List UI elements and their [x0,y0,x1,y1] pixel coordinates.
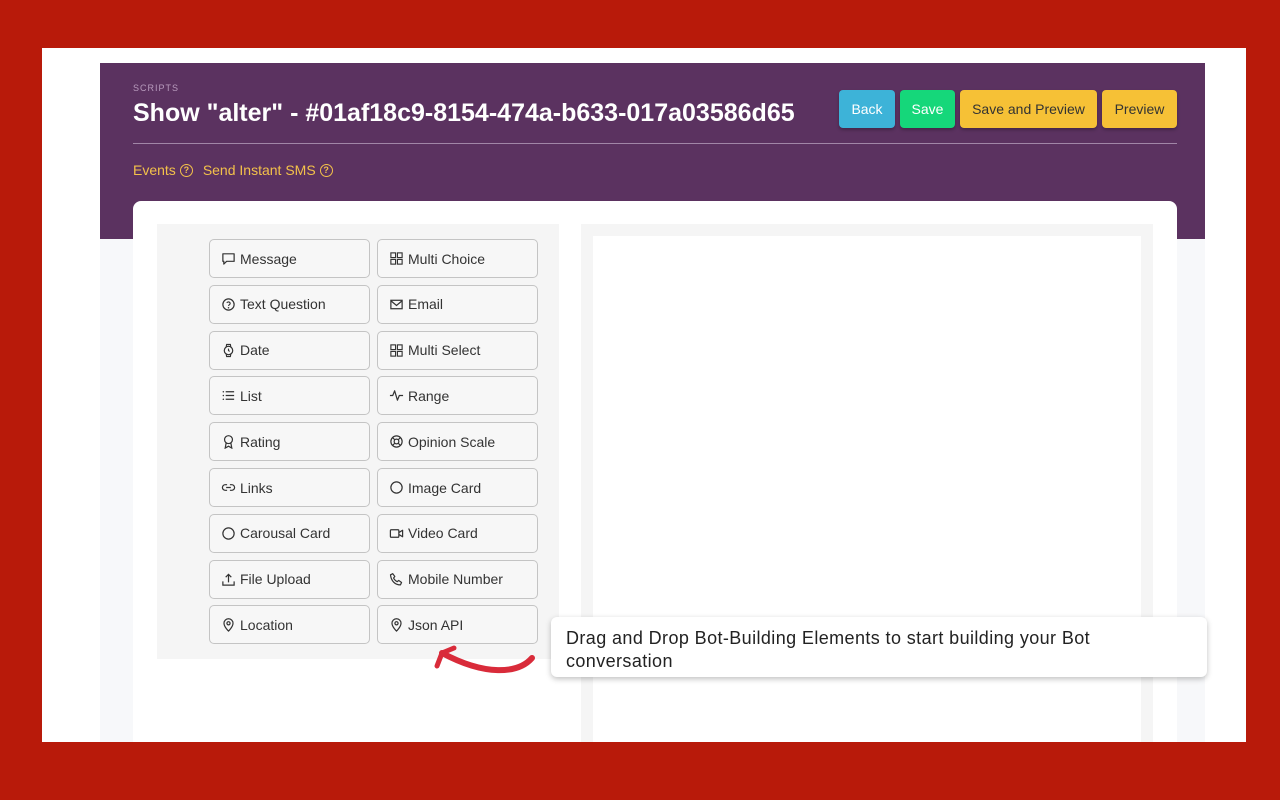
element-label: Date [240,342,270,359]
help-circle-icon [222,298,235,311]
element-label: Message [240,250,297,267]
element-label: Carousal Card [240,525,331,542]
element-video-card[interactable]: Video Card [377,513,538,553]
mail-icon [390,299,403,310]
element-label: File Upload [240,571,311,588]
circle-icon [222,527,235,540]
element-label: Location [240,616,293,633]
element-label: Rating [240,433,281,450]
message-icon [222,253,235,265]
watch-icon [223,343,234,357]
element-file-upload[interactable]: File Upload [209,559,370,599]
element-label: List [240,387,262,404]
element-image-card[interactable]: Image Card [377,468,538,507]
list-icon [222,391,235,401]
back-button[interactable]: Back [839,90,895,128]
element-label: Text Question [240,296,326,313]
element-multi-choice[interactable]: Multi Choice [377,239,538,278]
save-button[interactable]: Save [900,90,955,128]
link-icon [221,484,236,491]
element-list[interactable]: List [209,376,370,416]
grid-icon [390,252,403,265]
element-label: Image Card [408,479,482,496]
element-label: Mobile Number [408,571,503,588]
element-date[interactable]: Date [209,330,370,370]
activity-icon [389,390,404,402]
element-label: Email [408,296,444,313]
element-label: Range [408,387,450,404]
element-carousal-card[interactable]: Carousal Card [209,513,370,553]
element-label: Multi Choice [408,250,486,267]
phone-icon [389,572,403,586]
header-divider [133,143,1177,144]
element-mobile-number[interactable]: Mobile Number [377,559,538,599]
element-label: Links [240,479,273,496]
life-buoy-icon [390,435,403,448]
tab-send-instant-sms[interactable]: Send Instant SMS ? [203,162,333,178]
save-and-preview-button[interactable]: Save and Preview [960,90,1097,128]
map-pin-icon [223,618,234,633]
element-links[interactable]: Links [209,468,370,507]
page-title: Show "alter" - #01af18c9-8154-474a-b633-… [133,99,795,127]
element-label: Multi Select [408,342,481,359]
element-location[interactable]: Location [209,605,370,645]
element-label: Opinion Scale [408,433,496,450]
help-circle-icon[interactable]: ? [179,163,193,177]
header-tabs: Events ? Send Instant SMS ? [133,162,333,178]
circle-icon [390,481,403,494]
tab-label: Events [133,162,176,178]
element-range[interactable]: Range [377,376,538,416]
elements-palette: Message Multi Choice Text Question Email Dat… [157,224,559,659]
help-circle-icon[interactable]: ? [319,163,333,177]
element-email[interactable]: Email [377,284,538,324]
element-rating[interactable]: Rating [209,422,370,462]
video-icon [389,528,404,538]
award-icon [223,435,234,450]
grid-icon [390,343,403,357]
tab-label: Send Instant SMS [202,162,316,178]
breadcrumb[interactable]: SCRIPTS [133,83,179,93]
curved-arrow-icon [434,645,535,674]
element-label: Json API [408,616,464,633]
drag-drop-tooltip: Drag and Drop Bot-Building Elements to s… [551,617,1207,677]
tab-events[interactable]: Events ? [133,162,193,178]
map-pin-icon [391,618,402,633]
element-message[interactable]: Message [209,239,370,278]
element-opinion-scale[interactable]: Opinion Scale [377,422,538,462]
preview-button[interactable]: Preview [1102,90,1177,128]
element-label: Video Card [408,525,478,542]
upload-icon [222,573,235,586]
element-multi-select[interactable]: Multi Select [377,330,538,370]
element-text-question[interactable]: Text Question [209,284,370,324]
